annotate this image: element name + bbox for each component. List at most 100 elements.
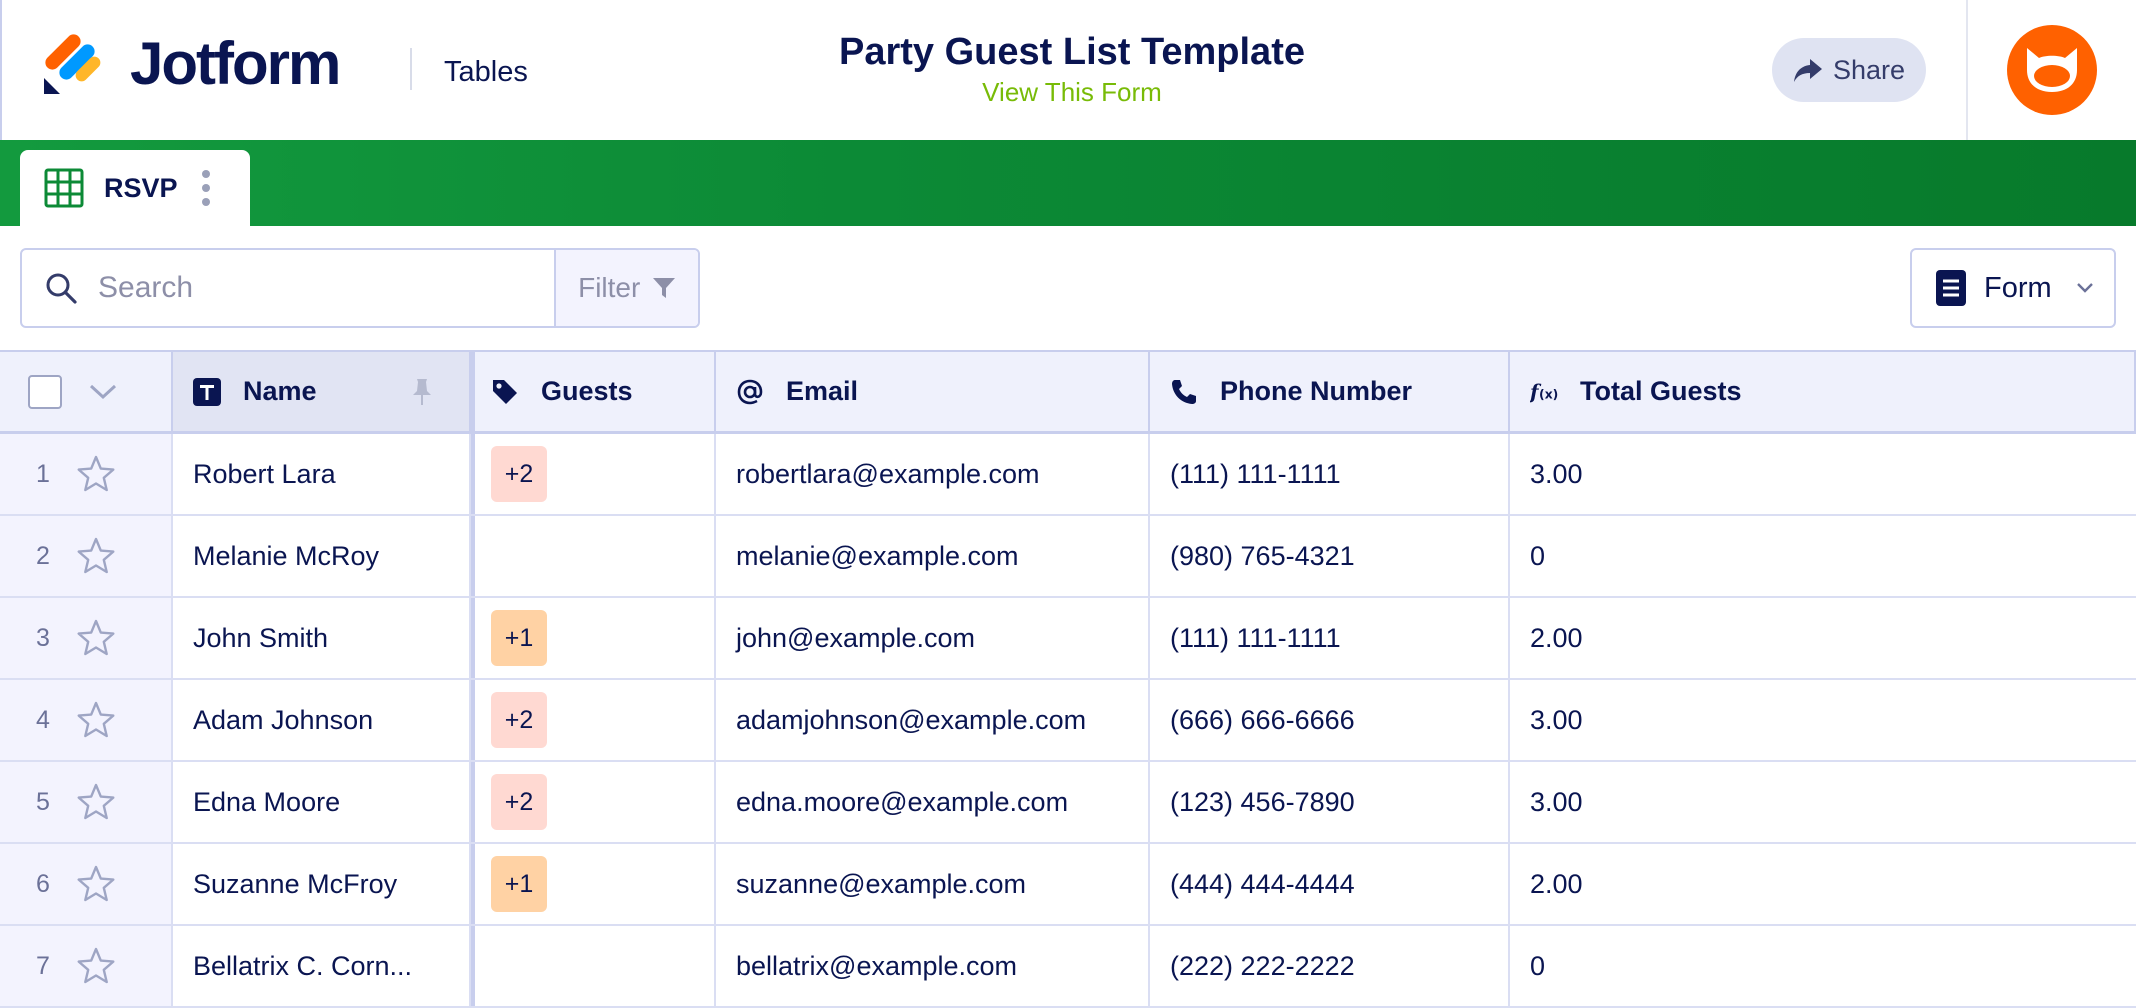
email-cell[interactable]: edna.moore@example.com [716,762,1150,842]
email-cell[interactable]: john@example.com [716,598,1150,678]
search-field[interactable] [22,250,554,326]
product-name[interactable]: Tables [444,52,528,92]
filter-label: Filter [578,272,641,303]
star-icon[interactable] [76,700,116,740]
name-cell[interactable]: Robert Lara [173,434,471,514]
share-button[interactable]: Share [1772,38,1926,102]
email-cell[interactable]: melanie@example.com [716,516,1150,596]
column-header-name[interactable]: Name [173,352,471,431]
guest-tag[interactable]: +1 [491,856,547,912]
row-select-cell: 1 [0,434,173,514]
phone-cell[interactable]: (222) 222-2222 [1150,926,1510,1006]
tab-more-icon[interactable] [201,170,210,206]
row-number: 3 [36,623,50,652]
guest-tag[interactable]: +2 [491,692,547,748]
row-number: 2 [36,541,50,570]
search-bar: Filter [20,248,700,328]
phone-cell[interactable]: (123) 456-7890 [1150,762,1510,842]
page-title-block: Party Guest List Template View This Form [762,28,1382,108]
name-cell[interactable]: Melanie McRoy [173,516,471,596]
star-icon[interactable] [76,618,116,658]
form-label: Form [1984,271,2052,304]
phone-cell[interactable]: (111) 111-1111 [1150,598,1510,678]
brand-name: Jotform [130,30,341,97]
table-row[interactable]: 7 Bellatrix C. Corn... bellatrix@example.c… [0,926,2136,1008]
row-number: 1 [36,459,50,488]
table-row[interactable]: 5 Edna Moore +2 edna.moore@example.com (123)… [0,762,2136,844]
phone-cell[interactable]: (666) 666-6666 [1150,680,1510,760]
tab-bar [0,140,2136,226]
guests-cell[interactable]: +2 [471,680,716,760]
form-view-dropdown[interactable]: Form [1910,248,2116,328]
logo-divider [410,48,412,90]
jotform-logo[interactable]: Jotform [42,30,341,97]
name-cell[interactable]: Bellatrix C. Corn... [173,926,471,1006]
column-label: Email [786,376,859,406]
chevron-down-icon [2076,283,2093,293]
row-number: 7 [36,951,50,980]
email-cell[interactable]: adamjohnson@example.com [716,680,1150,760]
table-row[interactable]: 3 John Smith +1 john@example.com (111) 111-1… [0,598,2136,680]
form-document-icon [1936,270,1966,306]
share-label: Share [1832,54,1906,85]
jotform-logo-icon [44,34,101,94]
star-icon[interactable] [76,782,116,822]
column-header-guests[interactable]: Guests [471,352,716,431]
view-form-link[interactable]: View This Form [762,76,1382,108]
column-label: Guests [541,376,633,406]
total-guests-cell[interactable]: 0 [1510,926,2136,1006]
row-select-cell: 4 [0,680,173,760]
guests-cell[interactable]: +1 [471,598,716,678]
guest-tag[interactable]: +2 [491,446,547,502]
column-header-phone[interactable]: Phone Number [1150,352,1510,431]
email-cell[interactable]: suzanne@example.com [716,844,1150,924]
row-number: 5 [36,787,50,816]
star-icon[interactable] [76,454,116,494]
total-guests-cell[interactable]: 0 [1510,516,2136,596]
total-guests-cell[interactable]: 3.00 [1510,434,2136,514]
total-guests-cell[interactable]: 3.00 [1510,680,2136,760]
guests-cell[interactable]: +1 [471,844,716,924]
guest-tag[interactable]: +2 [491,774,547,830]
email-cell[interactable]: bellatrix@example.com [716,926,1150,1006]
text-type-icon [193,377,221,406]
pin-icon[interactable] [411,378,433,406]
phone-cell[interactable]: (444) 444-4444 [1150,844,1510,924]
user-avatar[interactable] [2007,25,2097,115]
row-select-cell: 2 [0,516,173,596]
search-icon [46,273,77,304]
email-cell[interactable]: robertlara@example.com [716,434,1150,514]
guest-tag[interactable]: +1 [491,610,547,666]
name-cell[interactable]: John Smith [173,598,471,678]
at-sign-icon [737,379,763,404]
guests-cell[interactable] [471,516,716,596]
grid-table-icon [44,168,84,208]
column-header-total[interactable]: ƒ (x) Total Guests [1510,352,2136,431]
total-guests-cell[interactable]: 2.00 [1510,598,2136,678]
tab-rsvp[interactable]: RSVP [20,150,250,226]
column-header-email[interactable]: Email [716,352,1150,431]
total-guests-cell[interactable]: 3.00 [1510,762,2136,842]
name-cell[interactable]: Edna Moore [173,762,471,842]
table-row[interactable]: 6 Suzanne McFroy +1 suzanne@example.com (444… [0,844,2136,926]
select-all-checkbox[interactable] [28,374,62,409]
guests-cell[interactable]: +2 [471,762,716,842]
total-guests-cell[interactable]: 2.00 [1510,844,2136,924]
guests-cell[interactable]: +2 [471,434,716,514]
phone-cell[interactable]: (111) 111-1111 [1150,434,1510,514]
star-icon[interactable] [76,946,116,986]
search-input[interactable] [98,271,518,305]
table-row[interactable]: 2 Melanie McRoy melanie@example.com (980) 7… [0,516,2136,598]
star-icon[interactable] [76,536,116,576]
table-row[interactable]: 1 Robert Lara +2 robertlara@example.com (111… [0,434,2136,516]
star-icon[interactable] [76,864,116,904]
table-row[interactable]: 4 Adam Johnson +2 adamjohnson@example.com (6… [0,680,2136,762]
column-label: Phone Number [1220,376,1413,406]
name-cell[interactable]: Adam Johnson [173,680,471,760]
name-cell[interactable]: Suzanne McFroy [173,844,471,924]
guests-cell[interactable] [471,926,716,1006]
phone-cell[interactable]: (980) 765-4321 [1150,516,1510,596]
svg-text:(x): (x) [1539,387,1558,401]
chevron-down-icon[interactable] [88,383,118,401]
filter-button[interactable]: Filter [554,250,698,326]
